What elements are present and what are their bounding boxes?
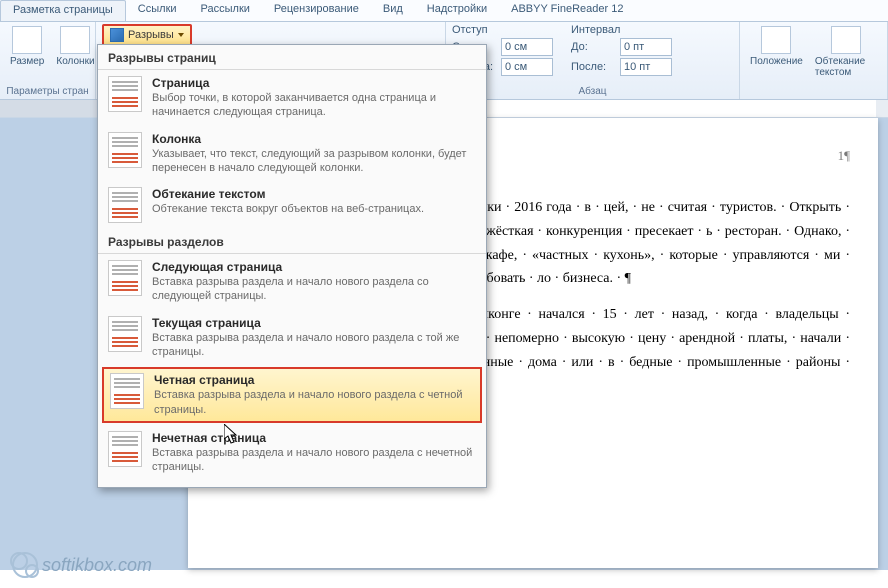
spacing-before-input[interactable]: 0 пт bbox=[620, 38, 672, 56]
tab-addins[interactable]: Надстройки bbox=[415, 0, 499, 21]
tab-mailings[interactable]: Рассылки bbox=[189, 0, 262, 21]
size-label: Размер bbox=[10, 56, 44, 67]
wrap-label: Обтекание текстом bbox=[815, 56, 877, 78]
break-odd-page-item[interactable]: Нечетная страница Вставка разрыва раздел… bbox=[98, 425, 486, 481]
spacing-before-label: До: bbox=[571, 41, 616, 53]
columns-label: Колонки bbox=[56, 56, 94, 67]
continuous-icon bbox=[108, 316, 142, 352]
break-column-desc: Указывает, что текст, следующий за разры… bbox=[152, 147, 476, 176]
break-next-page-item[interactable]: Следующая страница Вставка разрыва разде… bbox=[98, 254, 486, 310]
section-breaks-heading: Разрывы разделов bbox=[98, 229, 486, 254]
watermark-text: softikbox.com bbox=[42, 555, 152, 576]
position-button[interactable]: Положение bbox=[746, 24, 807, 69]
break-textwrap-desc: Обтекание текста вокруг объектов на веб-… bbox=[152, 202, 476, 216]
spacing-after-label: После: bbox=[571, 61, 616, 73]
tab-review[interactable]: Рецензирование bbox=[262, 0, 371, 21]
indent-left-input[interactable]: 0 см bbox=[501, 38, 553, 56]
break-cont-desc: Вставка разрыва раздела и начало нового … bbox=[152, 331, 476, 360]
break-continuous-item[interactable]: Текущая страница Вставка разрыва раздела… bbox=[98, 310, 486, 366]
break-next-title: Следующая страница bbox=[152, 260, 476, 274]
page-break-icon bbox=[108, 76, 142, 112]
chevron-down-icon bbox=[178, 33, 184, 37]
break-even-title: Четная страница bbox=[154, 373, 474, 387]
wrap-text-button[interactable]: Обтекание текстом bbox=[811, 24, 881, 80]
breaks-dropdown-button[interactable]: Разрывы bbox=[102, 24, 192, 46]
page-number: 1¶ bbox=[838, 148, 850, 164]
mouse-cursor-icon bbox=[224, 424, 238, 444]
spacing-after-input[interactable]: 10 пт bbox=[620, 58, 672, 76]
breaks-icon bbox=[110, 28, 124, 42]
watermark-logo-icon bbox=[12, 552, 38, 578]
watermark: softikbox.com bbox=[12, 552, 152, 578]
next-page-icon bbox=[108, 260, 142, 296]
tab-abbyy[interactable]: ABBYY FineReader 12 bbox=[499, 0, 635, 21]
size-button[interactable]: Размер bbox=[6, 24, 48, 69]
break-page-title: Страница bbox=[152, 76, 476, 90]
position-label: Положение bbox=[750, 56, 803, 67]
break-odd-title: Нечетная страница bbox=[152, 431, 476, 445]
textwrap-break-icon bbox=[108, 187, 142, 223]
paragraph-label: Абзац bbox=[452, 86, 733, 99]
break-textwrap-title: Обтекание текстом bbox=[152, 187, 476, 201]
tab-page-layout[interactable]: Разметка страницы bbox=[0, 0, 126, 21]
page-params-label: Параметры стран bbox=[6, 86, 89, 99]
breaks-label: Разрывы bbox=[128, 29, 174, 41]
even-page-icon bbox=[110, 373, 144, 409]
odd-page-icon bbox=[108, 431, 142, 467]
tab-view[interactable]: Вид bbox=[371, 0, 415, 21]
break-even-page-item[interactable]: Четная страница Вставка разрыва раздела … bbox=[102, 367, 482, 423]
page-breaks-heading: Разрывы страниц bbox=[98, 45, 486, 70]
break-textwrap-item[interactable]: Обтекание текстом Обтекание текста вокру… bbox=[98, 181, 486, 229]
tab-links[interactable]: Ссылки bbox=[126, 0, 189, 21]
breaks-dropdown-menu: Разрывы страниц Страница Выбор точки, в … bbox=[97, 44, 487, 488]
break-page-item[interactable]: Страница Выбор точки, в которой заканчив… bbox=[98, 70, 486, 126]
break-column-item[interactable]: Колонка Указывает, что текст, следующий … bbox=[98, 126, 486, 182]
indent-heading: Отступ bbox=[452, 24, 553, 36]
break-next-desc: Вставка разрыва раздела и начало нового … bbox=[152, 275, 476, 304]
break-odd-desc: Вставка разрыва раздела и начало нового … bbox=[152, 446, 476, 475]
column-break-icon bbox=[108, 132, 142, 168]
columns-button[interactable]: Колонки bbox=[52, 24, 98, 69]
break-cont-title: Текущая страница bbox=[152, 316, 476, 330]
break-even-desc: Вставка разрыва раздела и начало нового … bbox=[154, 388, 474, 417]
break-page-desc: Выбор точки, в которой заканчивается одн… bbox=[152, 91, 476, 120]
indent-right-input[interactable]: 0 см bbox=[501, 58, 553, 76]
ribbon-tabs: Разметка страницы Ссылки Рассылки Реценз… bbox=[0, 0, 888, 22]
spacing-heading: Интервал bbox=[571, 24, 672, 36]
break-column-title: Колонка bbox=[152, 132, 476, 146]
